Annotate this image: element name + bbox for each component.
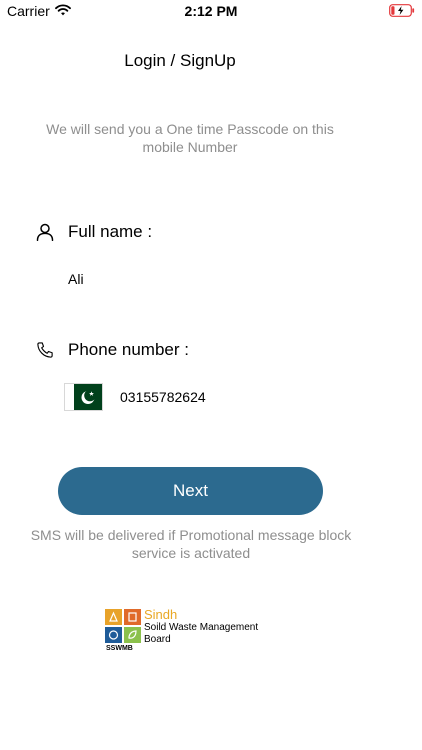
next-button[interactable]: Next bbox=[58, 467, 323, 515]
person-icon bbox=[34, 221, 56, 243]
phone-number-label-row: Phone number : bbox=[34, 339, 189, 361]
logo-title: Sindh bbox=[144, 607, 178, 622]
logo-text: Sindh Soild Waste Management Board bbox=[144, 607, 284, 646]
page-title: Login / SignUp bbox=[124, 51, 236, 70]
status-bar: Carrier 2:12 PM bbox=[0, 0, 422, 24]
full-name-label: Full name : bbox=[68, 222, 153, 241]
phone-icon bbox=[34, 339, 56, 361]
battery-icon bbox=[389, 4, 415, 22]
full-name-label-row: Full name : bbox=[34, 221, 152, 243]
phone-number-label: Phone number : bbox=[68, 340, 189, 359]
logo-subtitle: Soild Waste Management Board bbox=[144, 622, 259, 645]
otp-info-text: We will send you a One time Passcode on … bbox=[46, 121, 334, 155]
full-name-field[interactable]: Ali bbox=[68, 271, 84, 287]
sswmb-logo: SSWMB Sindh Soild Waste Management Board bbox=[105, 607, 285, 657]
sswmb-emblem-icon bbox=[105, 609, 141, 643]
pakistan-flag-icon[interactable] bbox=[64, 383, 103, 411]
phone-number-field[interactable]: 03155782624 bbox=[120, 389, 206, 405]
status-time: 2:12 PM bbox=[184, 3, 238, 19]
logo-abbreviation: SSWMB bbox=[106, 645, 133, 652]
sms-delivery-note: SMS will be delivered if Promotional mes… bbox=[30, 527, 352, 561]
